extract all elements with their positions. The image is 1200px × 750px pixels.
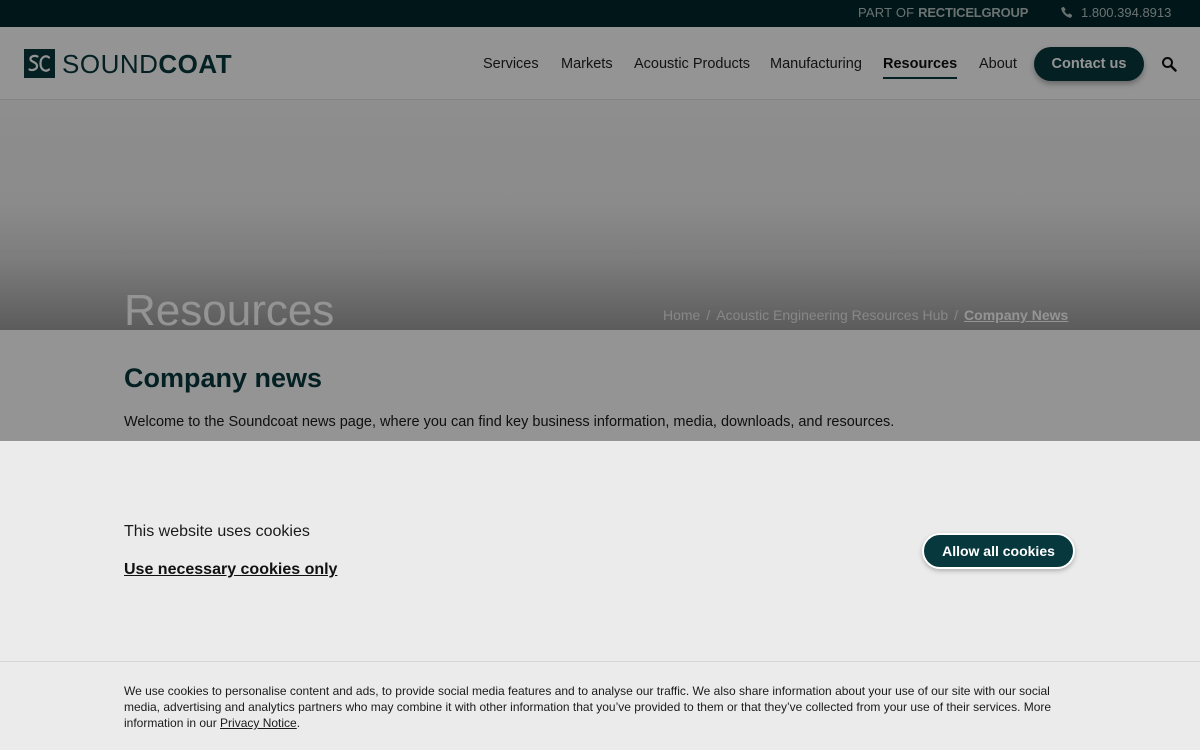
cookie-description: We use cookies to personalise content an… [124,683,1064,731]
cookie-title: This website uses cookies [124,523,310,540]
cookie-banner: This website uses cookies Use necessary … [0,441,1200,750]
cookie-divider [0,661,1200,662]
necessary-cookies-link[interactable]: Use necessary cookies only [124,561,337,579]
privacy-notice-link[interactable]: Privacy Notice [220,716,297,730]
allow-all-cookies-button[interactable]: Allow all cookies [922,533,1075,569]
cookie-text-end: . [296,716,301,730]
